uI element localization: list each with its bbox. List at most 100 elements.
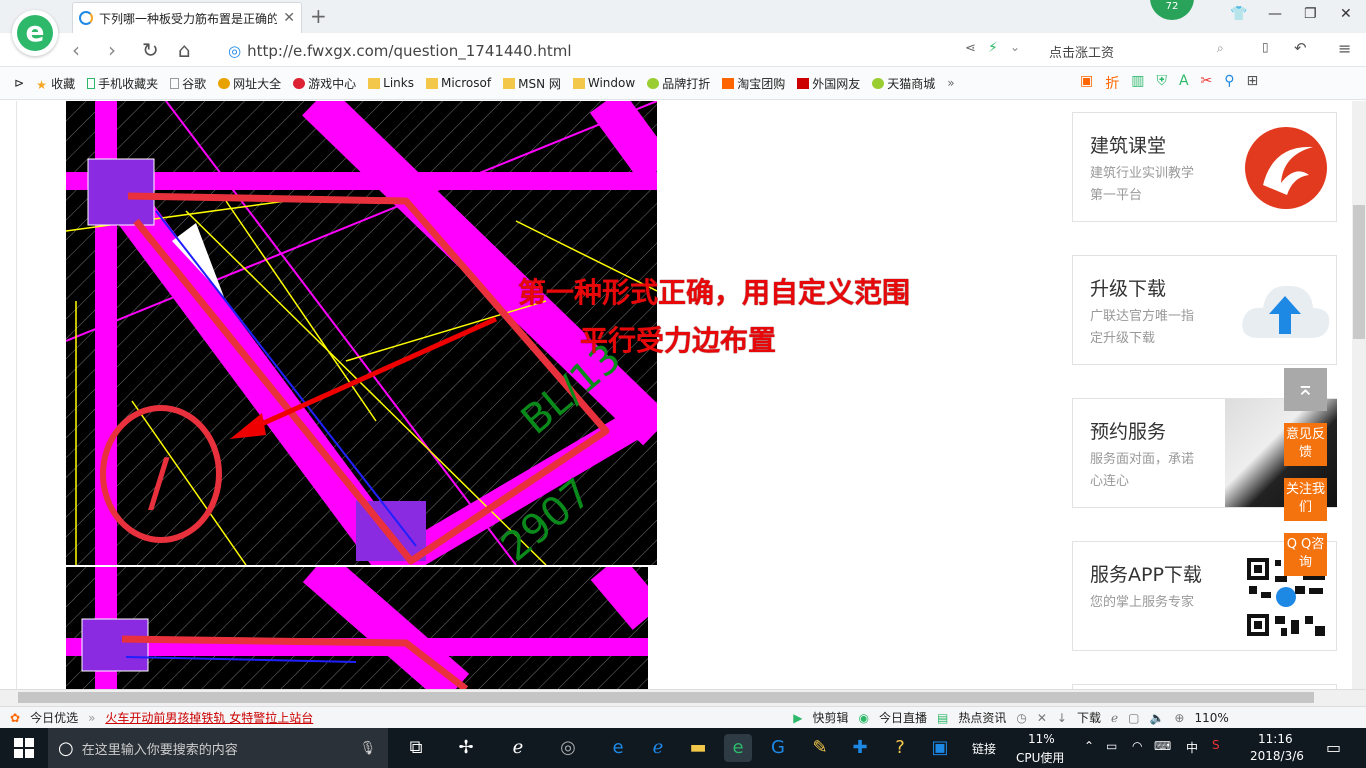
microphone-icon[interactable]: 🎙 [359, 741, 376, 756]
share-icon[interactable]: ⋖ [965, 41, 976, 56]
bookmarks-more-button[interactable]: » [947, 76, 954, 90]
live-icon: ◉ [858, 710, 869, 725]
search-input[interactable]: 点击涨工资 [1040, 38, 1240, 62]
bookmark-item[interactable]: ★ 收藏 [36, 75, 75, 92]
reload-button[interactable]: ↻ [142, 38, 159, 62]
bookmark-item[interactable]: Links [368, 76, 414, 90]
bookmark-item[interactable]: 谷歌 [170, 75, 206, 92]
chevron-up-icon[interactable]: ⌃ [1084, 739, 1094, 753]
status-item[interactable]: 热点资讯 [958, 709, 1006, 726]
status-item[interactable]: 快剪辑 [812, 709, 848, 726]
battery-icon[interactable]: ▭ [1106, 739, 1117, 753]
bookmark-item[interactable]: 游戏中心 [293, 75, 356, 92]
plus-app-icon[interactable]: ✚ [846, 734, 874, 762]
windows-start-icon[interactable] [14, 738, 34, 758]
skin-icon[interactable]: 👕 [1230, 6, 1247, 22]
url-field[interactable]: ◎ http://e.fwxgx.com/question_1741440.ht… [228, 40, 1028, 62]
bookmark-item[interactable]: MSN 网 [503, 75, 561, 92]
bookmark-item[interactable]: 手机收藏夹 [87, 75, 158, 92]
status-item[interactable]: 下载 [1077, 709, 1101, 726]
tools-icon[interactable]: ✕ [1037, 711, 1047, 725]
restore-button[interactable]: ❐ [1304, 6, 1317, 22]
close-window-button[interactable]: ✕ [1340, 6, 1352, 22]
search-icon[interactable]: ⌕ [1217, 41, 1224, 56]
speed-icon[interactable]: ◷ [1016, 711, 1026, 725]
grid-icon[interactable]: ⊞ [1247, 73, 1259, 93]
sidebar-toggle-icon[interactable]: ⊳ [14, 76, 24, 90]
taskbar-search-input[interactable]: ○ 在这里输入你要搜索的内容 🎙 [48, 728, 388, 768]
tv-icon[interactable]: ▣ [1080, 73, 1093, 93]
back-to-top-button[interactable]: ⌅ [1284, 368, 1327, 411]
swirl-app-icon[interactable]: ◎ [554, 734, 582, 762]
window-icon[interactable]: ▢ [1128, 711, 1139, 725]
bookmark-item[interactable]: 品牌打折 [647, 75, 710, 92]
divider [16, 101, 17, 689]
translate-icon[interactable]: A [1179, 73, 1189, 93]
chevron-down-icon[interactable]: ⌄ [1010, 40, 1020, 54]
internet-explorer-icon[interactable]: ℯ [644, 734, 672, 762]
feedback-button[interactable]: 意见反馈 [1284, 423, 1327, 466]
shield-icon[interactable]: ⛨ [1156, 73, 1167, 93]
help-app-icon[interactable]: ? [886, 734, 914, 762]
book-icon[interactable]: ▥ [1131, 73, 1144, 93]
browser-taskbar-icon[interactable]: e [724, 734, 752, 762]
wifi-icon[interactable]: ◠ [1132, 739, 1142, 753]
follow-us-button[interactable]: 关注我们 [1284, 478, 1327, 521]
ie-mode-icon[interactable]: ℯ [1111, 711, 1118, 725]
qq-consult-button[interactable]: Q Q咨询 [1284, 533, 1327, 576]
lightning-icon[interactable]: ⚡ [988, 40, 998, 56]
card-desc: 建筑行业实训教学第一平台 [1090, 166, 1195, 203]
phone-icon[interactable]: ▯ [1262, 40, 1269, 54]
today-pick-label[interactable]: 今日优选 [30, 709, 78, 726]
keyboard-icon[interactable]: ⌨ [1154, 739, 1171, 753]
back-button[interactable]: ‹ [72, 38, 80, 62]
bookmark-item[interactable]: 天猫商城 [872, 75, 935, 92]
task-view-icon[interactable]: ⧉ [402, 734, 430, 762]
vertical-scrollbar[interactable] [1352, 101, 1366, 689]
vertical-scrollbar-thumb[interactable] [1353, 205, 1365, 339]
forward-button[interactable]: › [108, 38, 116, 62]
notes-app-icon[interactable]: ✎ [806, 734, 834, 762]
horizontal-scrollbar-thumb[interactable] [18, 692, 1314, 703]
bookmark-item[interactable]: 淘宝团购 [722, 75, 785, 92]
clock-time[interactable]: 11:16 [1258, 732, 1293, 746]
cad-screenshot-image-2 [66, 567, 648, 689]
news-link[interactable]: 火车开动前男孩掉铁轨 女特警拉上站台 [105, 709, 313, 726]
zoom-level[interactable]: 110% [1194, 711, 1228, 725]
home-button[interactable]: ⌂ [178, 38, 191, 62]
file-explorer-icon[interactable]: ▬ [684, 734, 712, 762]
sidebar-card-download[interactable]: 升级下载 广联达官方唯一指定升级下载 [1072, 255, 1337, 365]
bookmark-item[interactable]: Window [572, 76, 635, 90]
new-tab-button[interactable]: + [310, 4, 327, 28]
cortana-icon: ○ [58, 737, 74, 759]
undo-icon[interactable]: ↶ [1294, 39, 1307, 57]
bookmark-item[interactable]: 网址大全 [218, 75, 281, 92]
edge-icon[interactable]: e [604, 734, 632, 762]
ime-indicator[interactable]: 中 [1186, 739, 1198, 756]
tab-active[interactable]: 下列哪一种板受力筋布置是正确的 ✕ [72, 2, 302, 33]
clock-date[interactable]: 2018/3/6 [1250, 749, 1304, 763]
card-desc: 广联达官方唯一指定升级下载 [1090, 309, 1195, 346]
media-app-icon[interactable]: ▣ [926, 734, 954, 762]
sogou-icon[interactable]: S [1212, 738, 1220, 752]
tab-close-icon[interactable]: ✕ [283, 10, 295, 26]
scissors-icon[interactable]: ✂ [1201, 73, 1213, 93]
network-label[interactable]: 链接 [972, 740, 996, 757]
bookmark-item[interactable]: Microsof [425, 76, 491, 90]
bookmark-item[interactable]: 外国网友 [797, 75, 860, 92]
ie-icon[interactable]: ℯ [504, 734, 532, 762]
sidebar-card-classroom[interactable]: 建筑课堂 建筑行业实训教学第一平台 [1072, 112, 1337, 222]
url-text: http://e.fwxgx.com/question_1741440.html [247, 42, 572, 60]
sound-icon[interactable]: 🔈 [1149, 711, 1164, 725]
fan-app-icon[interactable]: ✢ [452, 734, 480, 762]
blue-app-icon[interactable]: G [764, 734, 792, 762]
minimize-button[interactable]: — [1268, 6, 1282, 22]
discount-icon[interactable]: 折 [1105, 73, 1119, 93]
status-item[interactable]: 今日直播 [879, 709, 927, 726]
circle-mark-text: / [148, 446, 170, 520]
notification-center-icon[interactable]: ▭ [1326, 738, 1341, 757]
card-title: 服务APP下载 [1090, 564, 1202, 586]
browser-logo-icon[interactable]: e [12, 10, 58, 56]
search-icon[interactable]: ⚲ [1224, 73, 1234, 93]
menu-icon[interactable]: ≡ [1338, 39, 1351, 58]
